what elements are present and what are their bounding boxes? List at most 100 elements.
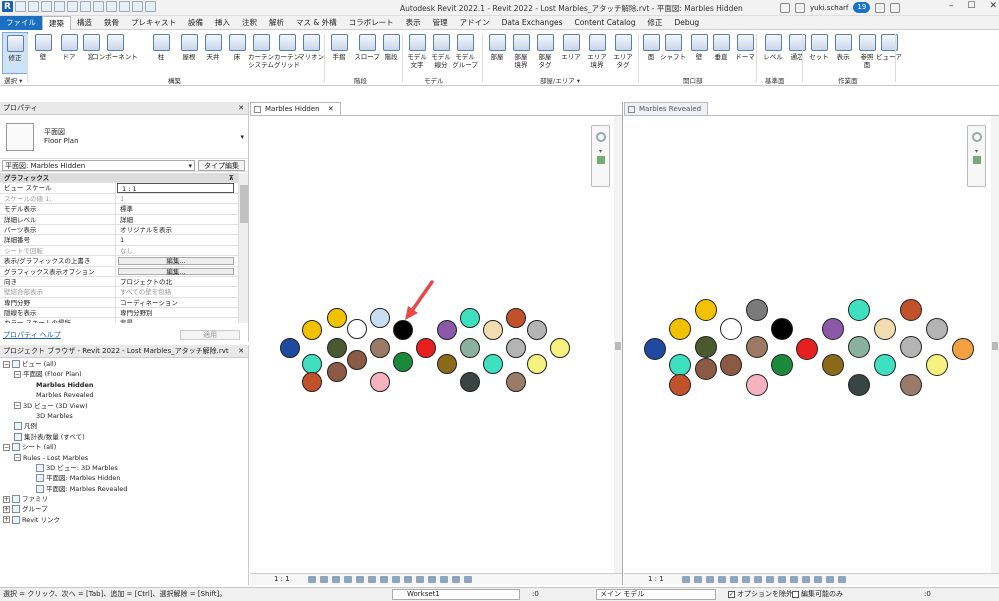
ribbon-tab[interactable]: プレキャスト bbox=[125, 16, 182, 30]
properties-help-link[interactable]: プロパティ ヘルプ bbox=[3, 331, 61, 339]
ribbon-tab[interactable]: 鉄骨 bbox=[98, 16, 125, 30]
marble-yellow[interactable] bbox=[669, 318, 691, 340]
scrollbar-thumb[interactable] bbox=[240, 185, 248, 223]
view-scrollbar[interactable] bbox=[614, 116, 622, 573]
property-value[interactable]: 1 bbox=[116, 235, 238, 244]
ribbon-tool-set[interactable]: セット bbox=[806, 32, 832, 74]
property-row[interactable]: 専門分野 コーディネーション bbox=[0, 297, 238, 309]
notifications-badge[interactable]: 19 bbox=[853, 2, 871, 13]
user-name[interactable]: yuki.scharf bbox=[810, 4, 848, 12]
ribbon-tab[interactable]: 構造 bbox=[71, 16, 98, 30]
ribbon-tool-model-group[interactable]: モデル グループ bbox=[452, 32, 478, 74]
marble-lemon[interactable] bbox=[550, 338, 570, 358]
ribbon-tab[interactable]: アドイン bbox=[454, 16, 496, 30]
tree-node[interactable]: Marbles Hidden bbox=[0, 380, 249, 390]
marble-sage[interactable] bbox=[848, 336, 870, 358]
marble-red[interactable] bbox=[796, 338, 818, 360]
property-row[interactable]: パーツ表示 オリジナルを表示 bbox=[0, 224, 238, 236]
property-row[interactable]: 表示/グラフィックスの上書き 編集... bbox=[0, 256, 238, 267]
tree-node[interactable]: 集計表/数量 (すべて) bbox=[0, 432, 249, 442]
view-marbles-revealed[interactable]: Marbles Revealed ▾ 1 : 1 bbox=[624, 102, 999, 585]
marble-green[interactable] bbox=[393, 352, 413, 372]
marble-taupe[interactable] bbox=[746, 336, 768, 358]
marble-black[interactable] bbox=[771, 318, 793, 340]
undo-icon[interactable] bbox=[54, 1, 65, 12]
ribbon-tab[interactable]: マス & 外構 bbox=[290, 16, 343, 30]
property-value[interactable]: プロジェクトの北 bbox=[116, 277, 238, 286]
print-icon[interactable] bbox=[80, 1, 91, 12]
property-value[interactable]: 標準 bbox=[116, 204, 238, 213]
worksharing-icon[interactable] bbox=[790, 576, 798, 583]
marble-yellow[interactable] bbox=[302, 320, 322, 340]
show-crop-icon[interactable] bbox=[368, 576, 376, 583]
tree-node[interactable]: + グループ bbox=[0, 504, 249, 514]
property-value[interactable]: オリジナルを表示 bbox=[116, 225, 238, 234]
ribbon-tool-level[interactable]: レベル bbox=[760, 32, 786, 74]
marble-black[interactable] bbox=[393, 320, 413, 340]
ribbon-tool-room-tag[interactable]: 部屋 タグ bbox=[532, 32, 558, 74]
marble-teal[interactable] bbox=[483, 354, 503, 374]
ribbon-tool-area[interactable]: エリア bbox=[558, 32, 584, 74]
steering-wheel-icon[interactable] bbox=[972, 132, 982, 142]
marble-taupe[interactable] bbox=[370, 338, 390, 358]
detail-level-icon[interactable] bbox=[682, 576, 690, 583]
ribbon-tool-ramp[interactable]: スロープ bbox=[354, 32, 380, 74]
close-icon[interactable]: ✕ bbox=[328, 105, 334, 113]
marble-tan[interactable] bbox=[483, 320, 503, 340]
close-icon[interactable]: ✕ bbox=[238, 102, 244, 115]
marble-teal[interactable] bbox=[669, 354, 691, 376]
view-scale[interactable]: 1 : 1 bbox=[274, 574, 290, 585]
zoom-icon[interactable] bbox=[597, 156, 605, 164]
maximize-button[interactable]: ☐ bbox=[967, 1, 975, 11]
navigation-bar[interactable]: ▾ bbox=[967, 125, 986, 187]
marble-rust[interactable] bbox=[506, 308, 526, 328]
property-row[interactable]: シートで回転 なし bbox=[0, 245, 238, 257]
ribbon-tab[interactable]: Data Exchanges bbox=[496, 16, 569, 30]
marble-yellow[interactable] bbox=[327, 308, 347, 328]
exclude-options-checkbox[interactable]: ✓ オプションを除外 bbox=[728, 588, 793, 601]
design-option-dropdown[interactable]: メイン モデル bbox=[596, 589, 716, 600]
marble-purple[interactable] bbox=[822, 318, 844, 340]
worksharing-icon[interactable] bbox=[416, 576, 424, 583]
tree-node[interactable]: 平面図: Marbles Hidden bbox=[0, 473, 249, 483]
marble-pink[interactable] bbox=[370, 372, 390, 392]
marble-yellow[interactable] bbox=[695, 299, 717, 321]
crop-view-icon[interactable] bbox=[356, 576, 364, 583]
collapse-icon[interactable]: ⊼ bbox=[49, 173, 238, 182]
scrollbar-thumb[interactable] bbox=[992, 342, 998, 350]
tag-icon[interactable] bbox=[106, 1, 117, 12]
collapse-icon[interactable] bbox=[838, 576, 846, 583]
help-icon[interactable] bbox=[890, 2, 901, 13]
ribbon-tool-railing[interactable]: 手摺 bbox=[326, 32, 352, 74]
section-icon[interactable] bbox=[145, 1, 156, 12]
type-selector[interactable]: 平面図 Floor Plan ▾ bbox=[0, 115, 248, 159]
collapse-icon[interactable]: − bbox=[14, 454, 21, 462]
marble-brown[interactable] bbox=[695, 358, 717, 380]
marble-teal[interactable] bbox=[302, 354, 322, 374]
marble-olive[interactable] bbox=[437, 354, 457, 374]
ribbon-tool-room[interactable]: 部屋 bbox=[484, 32, 510, 74]
property-row[interactable]: ビュー スケール 1 : 1 bbox=[0, 183, 238, 194]
expand-icon[interactable]: + bbox=[3, 516, 10, 524]
marble-lightgray[interactable] bbox=[527, 320, 547, 340]
share-icon[interactable] bbox=[780, 2, 790, 13]
marble-olive[interactable] bbox=[822, 354, 844, 376]
ribbon-tool-room-separator[interactable]: 部屋 境界 bbox=[508, 32, 534, 74]
constraints-icon[interactable] bbox=[452, 576, 460, 583]
tree-node[interactable]: −3D ビュー (3D View) bbox=[0, 401, 249, 411]
visual-style-icon[interactable] bbox=[694, 576, 702, 583]
apply-button[interactable]: 適用 bbox=[180, 330, 240, 340]
view-marbles-hidden[interactable]: Marbles Hidden ✕ ▾ 1 : 1 bbox=[250, 102, 623, 585]
revit-logo-icon[interactable]: R bbox=[2, 1, 13, 12]
ribbon-tool-column[interactable]: 柱 bbox=[148, 32, 174, 74]
marble-charcoal[interactable] bbox=[848, 374, 870, 396]
reveal-hidden-icon[interactable] bbox=[404, 576, 412, 583]
ribbon-tool-stair[interactable]: 階段 bbox=[378, 32, 404, 74]
property-row[interactable]: 壁結合部表示 すべての壁を包絡 bbox=[0, 287, 238, 298]
property-row[interactable]: 隠線を表示 専門分野別 bbox=[0, 308, 238, 319]
redo-icon[interactable] bbox=[67, 1, 78, 12]
lock-3d-icon[interactable] bbox=[754, 576, 762, 583]
analytical-model-icon[interactable] bbox=[802, 576, 810, 583]
ribbon-tool-model-text[interactable]: モデル 文字 bbox=[404, 32, 430, 74]
detail-level-icon[interactable] bbox=[308, 576, 316, 583]
